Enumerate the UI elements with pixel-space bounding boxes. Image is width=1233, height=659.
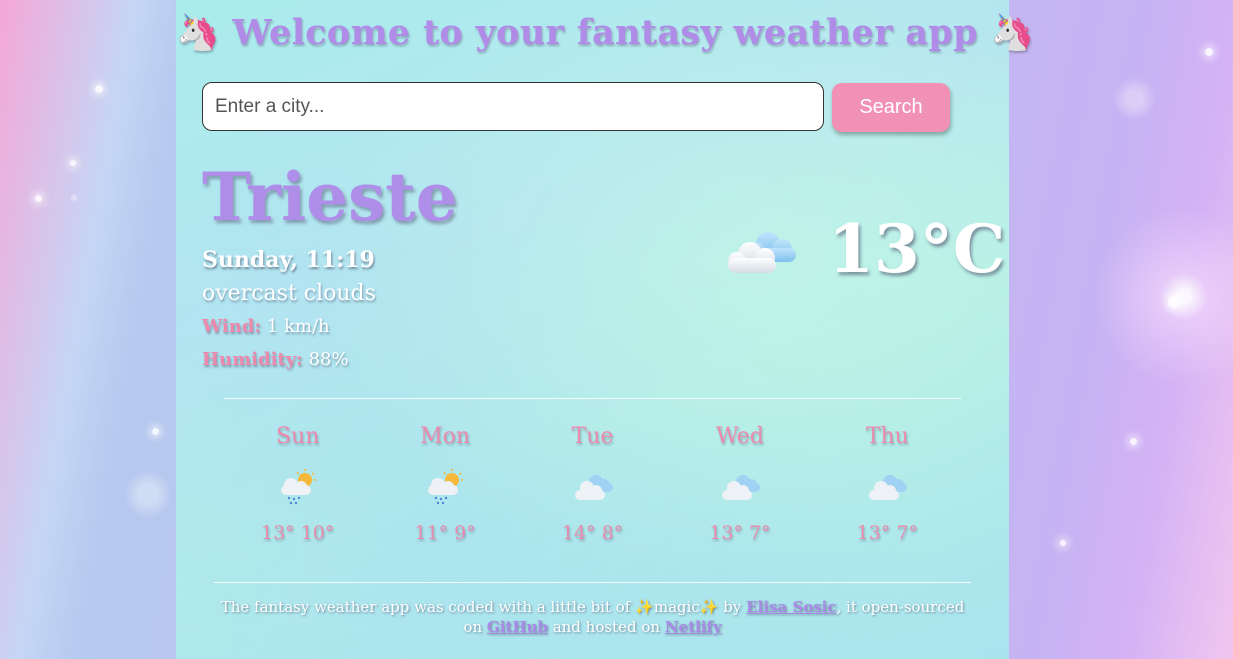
footer-by: by: [723, 598, 742, 616]
forecast-min: 7°: [896, 522, 918, 544]
cloud-icon: [721, 475, 760, 500]
unicorn-icon: 🦄: [176, 12, 220, 53]
author-link[interactable]: Elisa Sosic: [746, 598, 836, 616]
weather-description: overcast clouds: [202, 281, 376, 306]
footer-text: The fantasy weather app was coded with a…: [220, 598, 631, 616]
wind-value: 1 km/h: [266, 316, 330, 337]
forecast-list: Sun 13° 10° Mon 11° 9° Tue 14° 8° Wed 13…: [224, 420, 961, 560]
forecast-temps: 13° 10°: [224, 522, 371, 544]
divider: [224, 398, 961, 399]
background-sparkle: [95, 85, 103, 93]
background-sparkle: [35, 195, 42, 202]
forecast-max: 13°: [709, 522, 743, 544]
background-sparkle: [1130, 438, 1137, 445]
forecast-temps: 14° 8°: [519, 522, 666, 544]
city-name: Trieste: [202, 158, 458, 236]
overcast-clouds-icon: [728, 232, 796, 273]
netlify-link[interactable]: Netlify: [665, 618, 722, 636]
forecast-max: 14°: [561, 522, 596, 544]
forecast-day: Mon 11° 9°: [371, 420, 518, 560]
forecast-day: Tue 14° 8°: [519, 420, 666, 560]
background-sparkle: [152, 428, 159, 435]
cloud-icon: [574, 475, 613, 500]
city-search-input[interactable]: [202, 82, 824, 131]
rain-sun-cloud-icon: [280, 469, 316, 505]
footer-magic: magic: [653, 598, 700, 616]
forecast-day-name: Wed: [715, 424, 764, 449]
title-text: Welcome to your fantasy weather app: [232, 12, 978, 53]
cloud-icon: [869, 475, 908, 500]
footer: The fantasy weather app was coded with a…: [216, 597, 969, 637]
forecast-day: Sun 13° 10°: [224, 420, 371, 560]
forecast-day-name: Mon: [420, 424, 471, 449]
humidity-label: Humidity:: [202, 349, 303, 370]
footer-hosted: and hosted on: [552, 618, 661, 636]
background-sparkle: [70, 160, 76, 166]
forecast-day: Thu 13° 7°: [814, 420, 961, 560]
humidity-info: Humidity: 88%: [202, 349, 349, 370]
page-title: 🦄 Welcome to your fantasy weather app 🦄: [176, 12, 1034, 53]
forecast-max: 13°: [856, 522, 891, 544]
current-temperature: 13°C: [828, 210, 1006, 288]
forecast-min: 8°: [601, 522, 624, 544]
search-button[interactable]: Search: [832, 83, 950, 132]
wind-info: Wind: 1 km/h: [202, 316, 330, 337]
forecast-temps: 13° 7°: [814, 522, 961, 544]
rain-sun-cloud-icon: [428, 469, 464, 505]
divider: [214, 582, 971, 583]
forecast-temps: 11° 9°: [371, 522, 518, 544]
forecast-min: 9°: [454, 522, 476, 544]
forecast-min: 10°: [300, 522, 335, 544]
background-sparkle: [1168, 296, 1180, 308]
forecast-max: 11°: [414, 522, 449, 544]
sparkles-icon: ✨: [699, 598, 719, 616]
current-datetime: Sunday, 11:19: [202, 247, 375, 273]
sparkles-icon: ✨: [635, 598, 654, 616]
wind-label: Wind:: [202, 316, 262, 337]
weather-app-container: 🦄 Welcome to your fantasy weather app 🦄 …: [176, 0, 1034, 659]
forecast-temps: 13° 7°: [666, 522, 813, 544]
github-link[interactable]: GitHub: [487, 618, 548, 636]
background-sparkle: [1205, 48, 1213, 56]
forecast-min: 7°: [748, 522, 771, 544]
forecast-day: Wed 13° 7°: [666, 420, 813, 560]
forecast-day-name: Tue: [571, 424, 614, 449]
unicorn-icon: 🦄: [990, 12, 1035, 53]
forecast-day-name: Sun: [275, 424, 320, 449]
forecast-day-name: Thu: [865, 424, 909, 449]
background-sparkle: [1060, 540, 1066, 546]
humidity-value: 88%: [308, 349, 349, 370]
forecast-max: 13°: [260, 522, 295, 544]
